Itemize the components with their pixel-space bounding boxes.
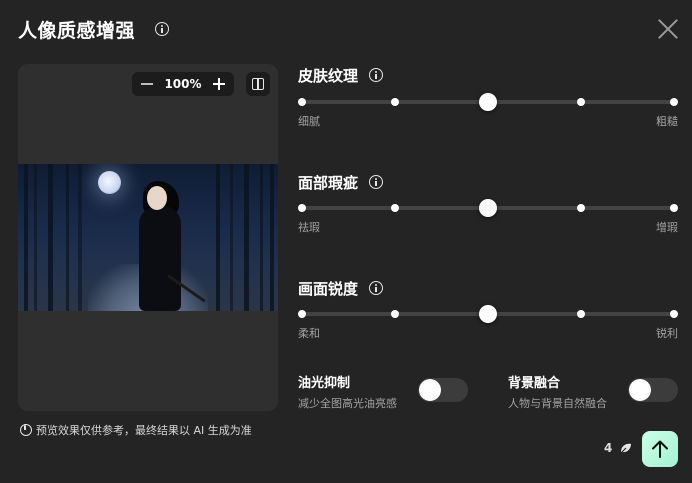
leaf-icon: [620, 443, 631, 454]
portrait-enhance-dialog: 人像质感增强 100% 预览效果仅供参考，最终结果以 AI 生成为准 皮肤纹理 …: [0, 0, 692, 483]
background-blend-toggle[interactable]: [628, 378, 678, 402]
info-icon[interactable]: [155, 22, 169, 36]
info-icon[interactable]: [369, 175, 383, 189]
sharpness-title: 画面锐度: [298, 280, 359, 298]
oil-suppression-desc: 减少全图高光油亮感: [298, 397, 397, 410]
info-icon: [20, 424, 32, 436]
facial-blemish-title: 面部瑕疵: [298, 174, 359, 192]
slider-min-label: 祛瑕: [298, 221, 320, 234]
minus-icon[interactable]: [140, 77, 154, 91]
slider-min-label: 细腻: [298, 115, 320, 128]
slider-max-label: 增瑕: [656, 221, 678, 234]
slider-knob[interactable]: [479, 93, 497, 111]
background-blend-title: 背景融合: [508, 376, 561, 391]
slider-min-label: 柔和: [298, 327, 320, 340]
zoom-value: 100%: [164, 77, 202, 91]
note-text: 预览效果仅供参考，最终结果以 AI 生成为准: [36, 424, 252, 437]
info-icon[interactable]: [369, 68, 383, 82]
credit-count: 4: [604, 441, 613, 455]
slider-knob[interactable]: [479, 305, 497, 323]
slider-max-label: 锐利: [656, 327, 678, 340]
zoom-control: 100%: [132, 72, 234, 96]
oil-suppression-title: 油光抑制: [298, 376, 351, 391]
oil-suppression-toggle[interactable]: [418, 378, 468, 402]
skin-texture-slider[interactable]: [298, 93, 678, 111]
facial-blemish-slider[interactable]: [298, 199, 678, 217]
submit-button[interactable]: [642, 431, 678, 467]
arrow-up-icon: [652, 440, 668, 458]
preview-image: [18, 164, 278, 311]
preview-note: 预览效果仅供参考，最终结果以 AI 生成为准: [20, 422, 252, 438]
split-compare-icon[interactable]: [246, 72, 270, 96]
skin-texture-title: 皮肤纹理: [298, 67, 359, 85]
plus-icon[interactable]: [212, 77, 226, 91]
background-blend-desc: 人物与背景自然融合: [508, 397, 607, 410]
info-icon[interactable]: [369, 281, 383, 295]
sharpness-slider[interactable]: [298, 305, 678, 323]
slider-knob[interactable]: [479, 199, 497, 217]
dialog-title: 人像质感增强: [18, 20, 136, 42]
close-icon[interactable]: [655, 16, 681, 42]
preview-panel: 100%: [18, 64, 278, 411]
slider-max-label: 粗糙: [656, 115, 678, 128]
